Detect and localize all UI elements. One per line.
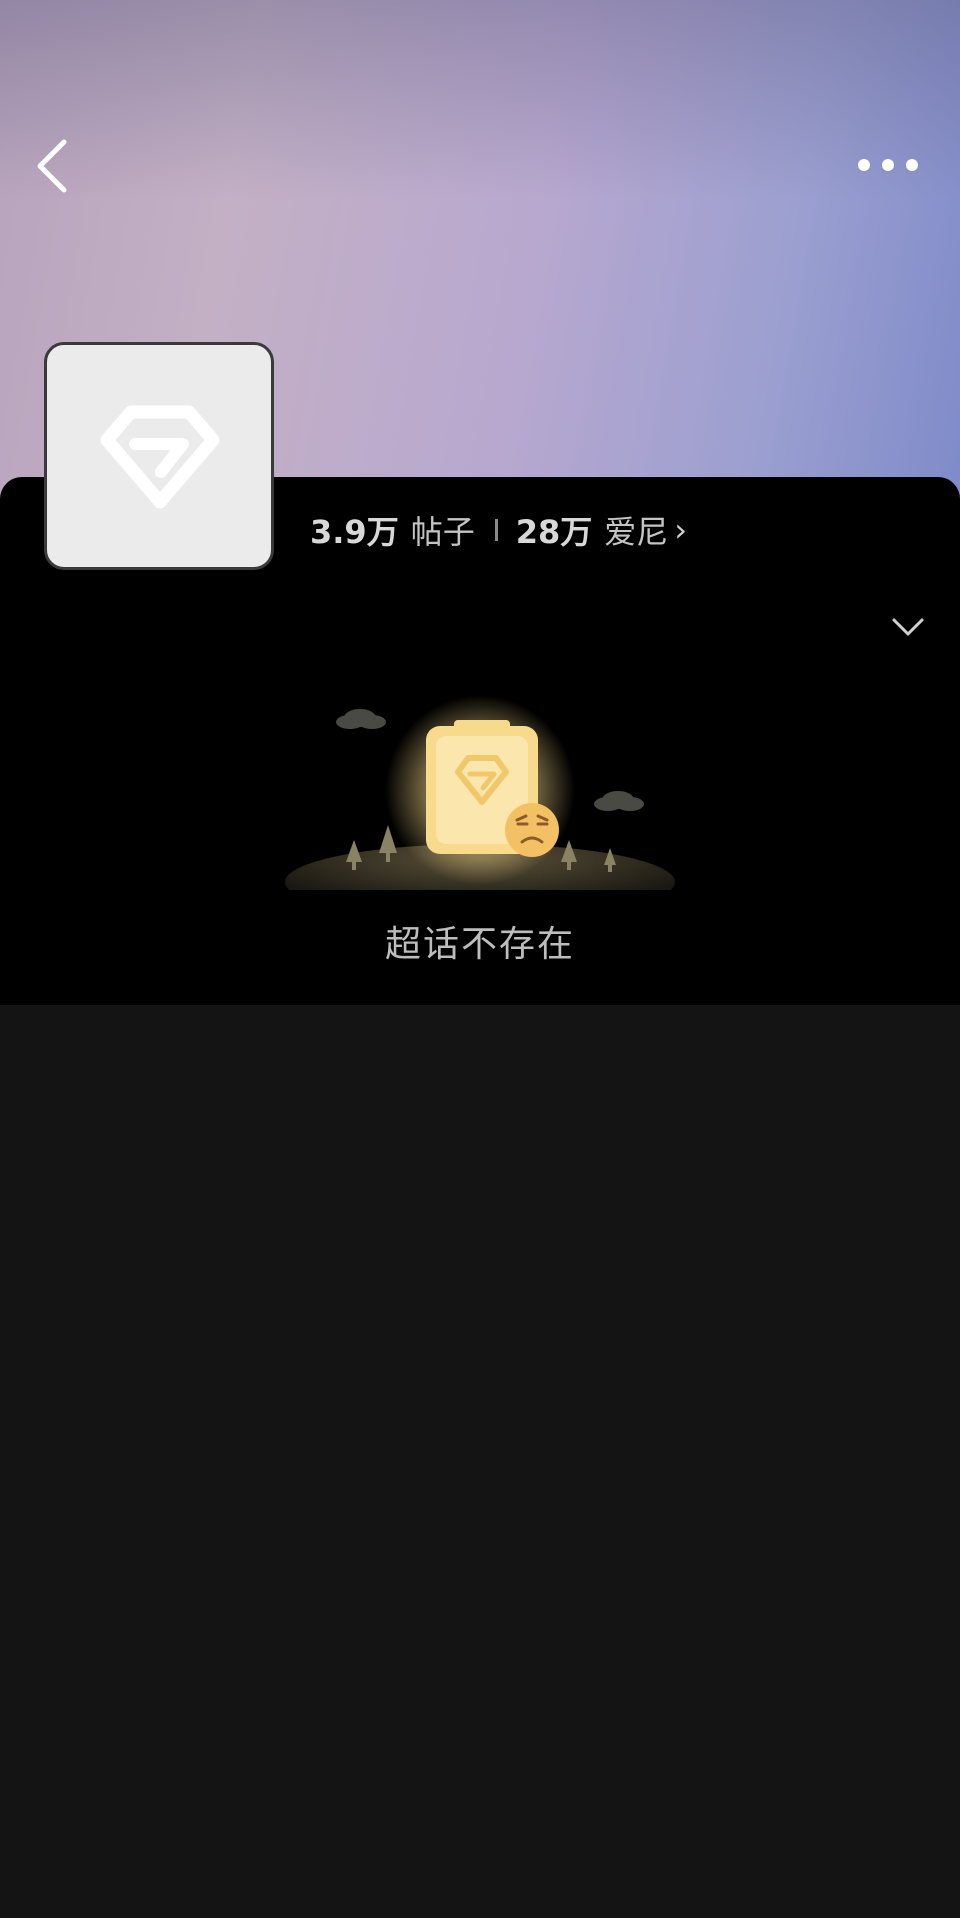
fans-label[interactable]: 爱尼 bbox=[604, 507, 668, 553]
stats-divider bbox=[494, 519, 498, 541]
back-button[interactable] bbox=[28, 130, 78, 200]
expand-button[interactable] bbox=[888, 608, 928, 648]
chevron-left-icon bbox=[37, 139, 67, 193]
empty-state-illustration bbox=[280, 690, 680, 920]
app-screen: 3.9万 帖子 28万 爱尼 › 超话不存在 bbox=[0, 0, 960, 1918]
fans-chevron-icon[interactable]: › bbox=[674, 511, 687, 549]
more-dots-icon bbox=[858, 159, 918, 171]
diamond-icon bbox=[100, 405, 220, 509]
topic-avatar[interactable] bbox=[44, 342, 274, 570]
sad-topic-icon bbox=[285, 695, 675, 920]
more-button[interactable] bbox=[856, 150, 920, 180]
fans-count[interactable]: 28万 bbox=[516, 507, 593, 553]
content-area bbox=[0, 1005, 960, 1918]
chevron-down-icon bbox=[892, 618, 924, 636]
posts-count: 3.9万 bbox=[310, 513, 399, 551]
topic-stats: 3.9万 帖子 28万 爱尼 › bbox=[310, 505, 687, 555]
empty-state-message: 超话不存在 bbox=[384, 924, 575, 965]
posts-label: 帖子 bbox=[410, 513, 475, 551]
